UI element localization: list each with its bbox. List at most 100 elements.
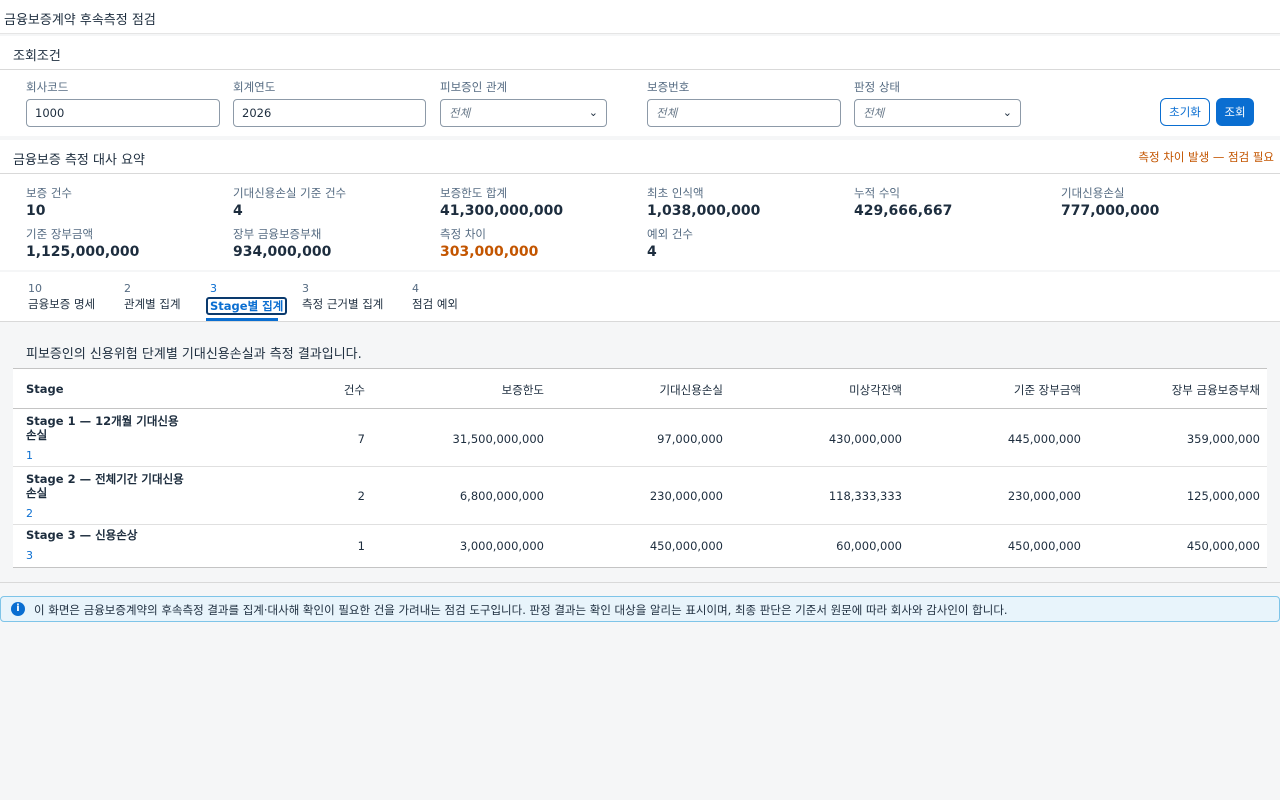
tab-exceptions[interactable]: 4 점검 예외 xyxy=(412,282,458,311)
kpi-label: 기대신용손실 xyxy=(1061,186,1125,200)
table-row[interactable]: Stage 2 — 전체기간 기대신용손실 2 2 6,800,000,000 … xyxy=(13,467,1267,525)
stage-summary-section: 피보증인의 신용위험 단계별 기대신용손실과 측정 결과입니다. Stage 건… xyxy=(0,322,1280,582)
kpi-value: 4 xyxy=(233,203,243,219)
filter-panel: 조회조건 회사코드 1000 회계연도 2026 피보증인 관계 전체 ⌄ 보증… xyxy=(0,36,1280,136)
judgement-label: 판정 상태 xyxy=(854,80,900,94)
tab-label: 금융보증 명세 xyxy=(28,297,96,311)
active-tab-indicator xyxy=(206,318,278,321)
cell-book-liability: 125,000,000 xyxy=(1186,489,1260,503)
table-row[interactable]: Stage 3 — 신용손상 3 1 3,000,000,000 450,000… xyxy=(13,525,1267,567)
tab-label: 측정 근거별 집계 xyxy=(302,297,384,311)
chevron-down-icon: ⌄ xyxy=(588,106,598,119)
kpi-value: 41,300,000,000 xyxy=(440,203,564,219)
kpi-label: 예외 건수 xyxy=(647,227,693,241)
section-description: 피보증인의 신용위험 단계별 기대신용손실과 측정 결과입니다. xyxy=(26,347,362,362)
stage-name: Stage 3 — 신용손상 xyxy=(26,528,138,542)
column-header: Stage xyxy=(26,382,64,396)
kpi-value: 777,000,000 xyxy=(1061,203,1160,219)
cell-ecl: 97,000,000 xyxy=(657,432,723,446)
cell-book-liability: 450,000,000 xyxy=(1186,539,1260,553)
company-code-input[interactable]: 1000 xyxy=(26,99,220,127)
tab-by-basis[interactable]: 3 측정 근거별 집계 xyxy=(302,282,383,311)
column-header: 미상각잔액 xyxy=(849,383,902,397)
summary-header: 금융보증 측정 대사 요약 측정 차이 발생 — 점검 필요 xyxy=(0,140,1280,174)
kpi-label: 최초 인식액 xyxy=(647,186,704,200)
column-header: 건수 xyxy=(343,383,365,397)
info-message-text: 이 화면은 금융보증계약의 후속측정 결과를 집계·대사해 확인이 필요한 건을… xyxy=(34,603,1008,617)
tab-count: 3 xyxy=(210,282,217,295)
stage-code: 2 xyxy=(26,507,33,520)
summary-title: 금융보증 측정 대사 요약 xyxy=(13,153,145,168)
tab-label: 점검 예외 xyxy=(412,297,458,311)
tab-by-stage[interactable]: 3 Stage별 집계 xyxy=(206,282,288,321)
stage-code: 3 xyxy=(26,549,33,562)
cell-count: 2 xyxy=(357,489,365,503)
info-message-strip: i 이 화면은 금융보증계약의 후속측정 결과를 집계·대사해 확인이 필요한 … xyxy=(0,596,1280,622)
page-title: 금융보증계약 후속측정 점검 xyxy=(4,13,156,28)
relation-select[interactable]: 전체 ⌄ xyxy=(440,99,607,127)
cell-base-amount: 230,000,000 xyxy=(1007,489,1081,503)
tab-count: 10 xyxy=(28,282,42,295)
kpi-value: 4 xyxy=(647,244,657,260)
judgement-select[interactable]: 전체 ⌄ xyxy=(854,99,1021,127)
table-row[interactable]: Stage 1 — 12개월 기대신용손실 1 7 31,500,000,000… xyxy=(13,409,1267,467)
stage-table: Stage 건수 보증한도 기대신용손실 미상각잔액 기준 장부금액 장부 금융… xyxy=(13,368,1267,568)
kpi-value: 1,038,000,000 xyxy=(647,203,761,219)
fiscal-year-label: 회계연도 xyxy=(233,80,276,94)
summary-panel: 금융보증 측정 대사 요약 측정 차이 발생 — 점검 필요 보증 건수 10 … xyxy=(0,140,1280,270)
info-icon: i xyxy=(11,602,25,616)
cell-count: 7 xyxy=(357,432,365,446)
column-header: 기준 장부금액 xyxy=(1013,383,1081,397)
column-header: 장부 금융보증부채 xyxy=(1171,383,1260,397)
kpi-label: 보증한도 합계 xyxy=(440,186,508,200)
stage-name: Stage 2 — 전체기간 기대신용손실 xyxy=(26,472,184,500)
cell-limit: 6,800,000,000 xyxy=(459,489,544,503)
stage-code: 1 xyxy=(26,449,33,462)
kpi-label: 장부 금융보증부채 xyxy=(233,227,322,241)
chevron-down-icon: ⌄ xyxy=(1002,106,1012,119)
kpi-value: 429,666,667 xyxy=(854,203,953,219)
cell-base-amount: 450,000,000 xyxy=(1007,539,1081,553)
cell-ecl: 450,000,000 xyxy=(649,539,723,553)
tab-by-relation[interactable]: 2 관계별 집계 xyxy=(124,282,181,311)
section-divider xyxy=(0,582,1280,583)
table-header: Stage 건수 보증한도 기대신용손실 미상각잔액 기준 장부금액 장부 금융… xyxy=(13,369,1267,409)
cell-book-liability: 359,000,000 xyxy=(1186,432,1260,446)
fiscal-year-input[interactable]: 2026 xyxy=(233,99,426,127)
kpi-value: 934,000,000 xyxy=(233,244,332,260)
tab-count: 4 xyxy=(412,282,419,295)
kpi-label: 측정 차이 xyxy=(440,227,486,241)
kpi-label: 누적 수익 xyxy=(854,186,900,200)
reset-button[interactable]: 초기화 xyxy=(1160,98,1210,126)
cell-limit: 3,000,000,000 xyxy=(459,539,544,553)
judgement-select-value: 전체 xyxy=(863,106,885,120)
cell-unamortized: 60,000,000 xyxy=(836,539,902,553)
search-button[interactable]: 조회 xyxy=(1216,98,1254,126)
relation-select-value: 전체 xyxy=(449,106,471,120)
kpi-label: 보증 건수 xyxy=(26,186,72,200)
guarantee-no-label: 보증번호 xyxy=(647,80,690,94)
cell-unamortized: 118,333,333 xyxy=(828,489,902,503)
measurement-warning: 측정 차이 발생 — 점검 필요 xyxy=(1138,150,1274,164)
tab-count: 2 xyxy=(124,282,131,295)
cell-unamortized: 430,000,000 xyxy=(828,432,902,446)
kpi-value: 1,125,000,000 xyxy=(26,244,140,260)
kpi-label: 기대신용손실 기준 건수 xyxy=(233,186,347,200)
column-header: 기대신용손실 xyxy=(659,383,723,397)
company-code-label: 회사코드 xyxy=(26,80,69,94)
cell-base-amount: 445,000,000 xyxy=(1007,432,1081,446)
column-header: 보증한도 xyxy=(501,383,544,397)
guarantee-no-input[interactable]: 전체 xyxy=(647,99,841,127)
filter-title: 조회조건 xyxy=(13,49,61,64)
filter-header: 조회조건 xyxy=(0,36,1280,70)
tab-label: 관계별 집계 xyxy=(124,297,181,311)
cell-limit: 31,500,000,000 xyxy=(452,432,544,446)
app-header: 금융보증계약 후속측정 점검 xyxy=(0,0,1280,34)
stage-name: Stage 1 — 12개월 기대신용손실 xyxy=(26,414,179,442)
kpi-label: 기준 장부금액 xyxy=(26,227,94,241)
tab-count: 3 xyxy=(302,282,309,295)
kpi-value: 10 xyxy=(26,203,46,219)
tab-guarantee-list[interactable]: 10 금융보증 명세 xyxy=(28,282,95,311)
tab-bar: 10 금융보증 명세 2 관계별 집계 3 Stage별 집계 3 측정 근거별… xyxy=(0,272,1280,322)
relation-label: 피보증인 관계 xyxy=(440,80,508,94)
